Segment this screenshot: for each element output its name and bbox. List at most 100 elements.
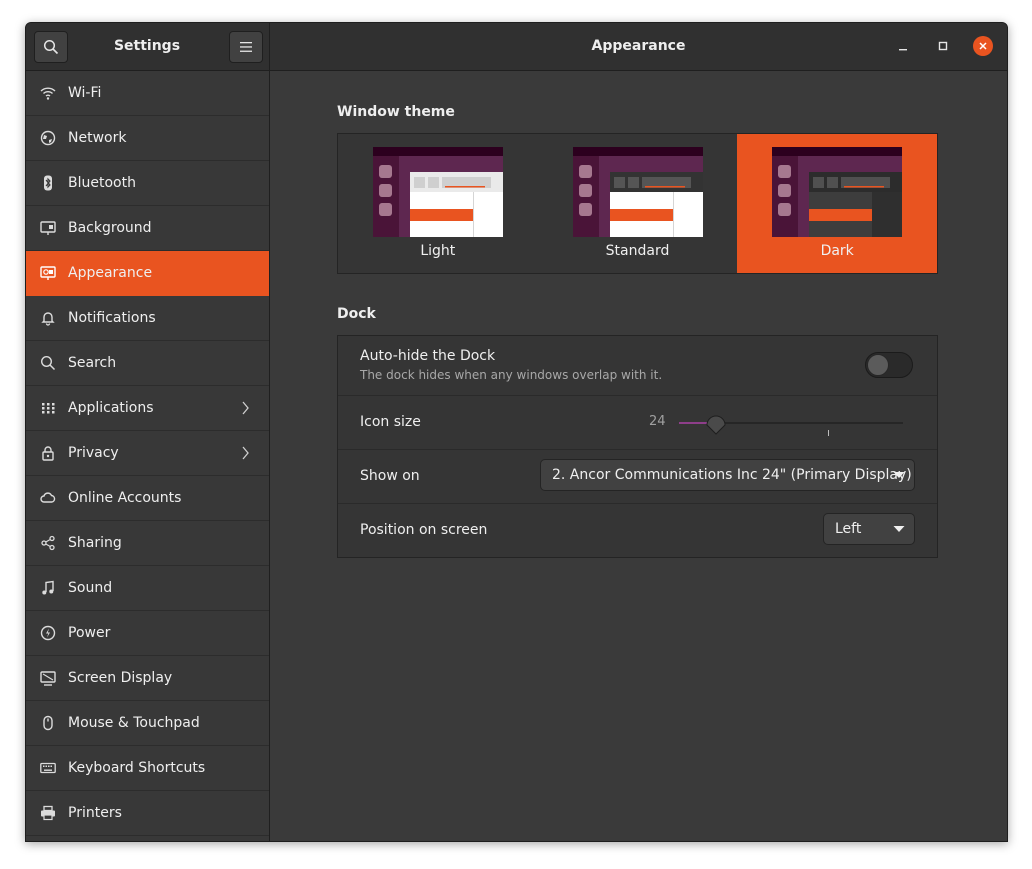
minimize-button[interactable] bbox=[893, 36, 913, 56]
maximize-icon bbox=[938, 41, 948, 51]
autohide-sublabel: The dock hides when any windows overlap … bbox=[360, 368, 663, 382]
bluetooth-icon bbox=[39, 174, 57, 192]
search-icon bbox=[43, 39, 59, 55]
appearance-panel: Window theme Light Standard Dark Dock Au… bbox=[270, 71, 1007, 841]
mouse-icon bbox=[39, 714, 57, 732]
sidebar-item-appearance[interactable]: Appearance bbox=[26, 251, 269, 296]
share-icon bbox=[39, 534, 57, 552]
dock-heading: Dock bbox=[337, 306, 376, 322]
sidebar-item-label: Online Accounts bbox=[68, 490, 182, 506]
sidebar-item-search[interactable]: Search bbox=[26, 341, 269, 386]
sidebar-item-label: Notifications bbox=[68, 310, 156, 326]
sidebar-item-label: Screen Display bbox=[68, 670, 173, 686]
sidebar-item-label: Power bbox=[68, 625, 111, 641]
sidebar-item-notifications[interactable]: Notifications bbox=[26, 296, 269, 341]
standard-theme-preview bbox=[572, 147, 703, 237]
sidebar-item-sound[interactable]: Sound bbox=[26, 566, 269, 611]
sidebar-item-label: Wi-Fi bbox=[68, 85, 102, 101]
window-theme-heading: Window theme bbox=[337, 104, 455, 120]
sidebar-item-online-accounts[interactable]: Online Accounts bbox=[26, 476, 269, 521]
sidebar-item-label: Keyboard Shortcuts bbox=[68, 760, 206, 776]
icon-size-label: Icon size bbox=[360, 414, 421, 430]
theme-label: Standard bbox=[605, 243, 670, 259]
slider-handle[interactable] bbox=[705, 411, 727, 435]
sidebar-item-label: Search bbox=[68, 355, 117, 371]
position-dropdown[interactable]: Left bbox=[823, 513, 915, 545]
music-note-icon bbox=[39, 579, 57, 597]
dropdown-arrow-icon bbox=[893, 472, 905, 478]
appearance-icon bbox=[39, 264, 57, 282]
header-bar: Settings Appearance bbox=[26, 23, 1007, 71]
position-label: Position on screen bbox=[360, 522, 488, 538]
sidebar-item-applications[interactable]: Applications bbox=[26, 386, 269, 431]
close-icon bbox=[979, 42, 987, 50]
dark-theme-preview bbox=[772, 147, 903, 237]
sidebar-item-label: Sound bbox=[68, 580, 113, 596]
theme-option-light[interactable]: Light bbox=[338, 134, 538, 273]
sidebar: Wi-Fi Network Bluetooth Background Appea… bbox=[26, 71, 270, 841]
icon-size-row: Icon size 24 bbox=[338, 396, 937, 450]
sidebar-item-label: Background bbox=[68, 220, 152, 236]
power-icon bbox=[39, 624, 57, 642]
sidebar-item-sharing[interactable]: Sharing bbox=[26, 521, 269, 566]
sidebar-item-label: Mouse & Touchpad bbox=[68, 715, 200, 731]
show-on-dropdown[interactable]: 2. Ancor Communications Inc 24" (Primary… bbox=[540, 459, 915, 491]
display-icon bbox=[39, 669, 57, 687]
printer-icon bbox=[39, 804, 57, 822]
light-theme-preview bbox=[373, 147, 503, 237]
toggle-knob bbox=[867, 354, 889, 376]
grid-icon bbox=[39, 399, 57, 417]
sidebar-header: Settings bbox=[26, 23, 270, 70]
search-button[interactable] bbox=[34, 31, 68, 63]
chevron-right-icon bbox=[242, 446, 249, 460]
sidebar-item-printers[interactable]: Printers bbox=[26, 791, 269, 836]
sidebar-item-label: Privacy bbox=[68, 445, 119, 461]
show-on-value: 2. Ancor Communications Inc 24" (Primary… bbox=[552, 467, 912, 483]
theme-option-dark[interactable]: Dark bbox=[737, 134, 938, 273]
sidebar-item-network[interactable]: Network bbox=[26, 116, 269, 161]
show-on-row: Show on 2. Ancor Communications Inc 24" … bbox=[338, 450, 937, 504]
sidebar-item-privacy[interactable]: Privacy bbox=[26, 431, 269, 476]
lock-icon bbox=[39, 444, 57, 462]
hamburger-icon bbox=[240, 42, 252, 52]
sidebar-item-label: Sharing bbox=[68, 535, 122, 551]
autohide-row: Auto-hide the Dock The dock hides when a… bbox=[338, 336, 937, 396]
close-button[interactable] bbox=[973, 36, 993, 56]
position-row: Position on screen Left bbox=[338, 504, 937, 557]
wifi-icon bbox=[39, 84, 57, 102]
sidebar-item-label: Network bbox=[68, 130, 127, 146]
chevron-right-icon bbox=[242, 401, 249, 415]
sidebar-item-keyboard-shortcuts[interactable]: Keyboard Shortcuts bbox=[26, 746, 269, 791]
autohide-label: Auto-hide the Dock bbox=[360, 348, 496, 364]
slider-tick-mark bbox=[828, 430, 829, 436]
network-icon bbox=[39, 129, 57, 147]
sidebar-item-power[interactable]: Power bbox=[26, 611, 269, 656]
theme-selector: Light Standard Dark bbox=[337, 133, 938, 274]
theme-option-standard[interactable]: Standard bbox=[538, 134, 738, 273]
theme-label: Light bbox=[420, 243, 456, 259]
dock-settings-list: Auto-hide the Dock The dock hides when a… bbox=[337, 335, 938, 558]
sidebar-item-bluetooth[interactable]: Bluetooth bbox=[26, 161, 269, 206]
maximize-button[interactable] bbox=[933, 36, 953, 56]
icon-size-value: 24 bbox=[649, 414, 666, 429]
sidebar-item-background[interactable]: Background bbox=[26, 206, 269, 251]
dropdown-arrow-icon bbox=[893, 526, 905, 532]
primary-menu-button[interactable] bbox=[229, 31, 263, 63]
sidebar-item-wifi[interactable]: Wi-Fi bbox=[26, 71, 269, 116]
sidebar-item-mouse-touchpad[interactable]: Mouse & Touchpad bbox=[26, 701, 269, 746]
cloud-icon bbox=[39, 489, 57, 507]
sidebar-item-label: Bluetooth bbox=[68, 175, 136, 191]
show-on-label: Show on bbox=[360, 468, 420, 484]
position-value: Left bbox=[835, 521, 862, 537]
background-icon bbox=[39, 219, 57, 237]
bell-icon bbox=[39, 309, 57, 327]
keyboard-icon bbox=[39, 759, 57, 777]
search-icon bbox=[39, 354, 57, 372]
app-title: Settings bbox=[113, 38, 181, 54]
sidebar-item-label: Applications bbox=[68, 400, 154, 416]
autohide-toggle[interactable] bbox=[865, 352, 913, 378]
sidebar-item-label: Appearance bbox=[68, 265, 153, 281]
sidebar-item-screen-display[interactable]: Screen Display bbox=[26, 656, 269, 701]
theme-label: Dark bbox=[820, 243, 854, 259]
sidebar-item-label: Printers bbox=[68, 805, 122, 821]
